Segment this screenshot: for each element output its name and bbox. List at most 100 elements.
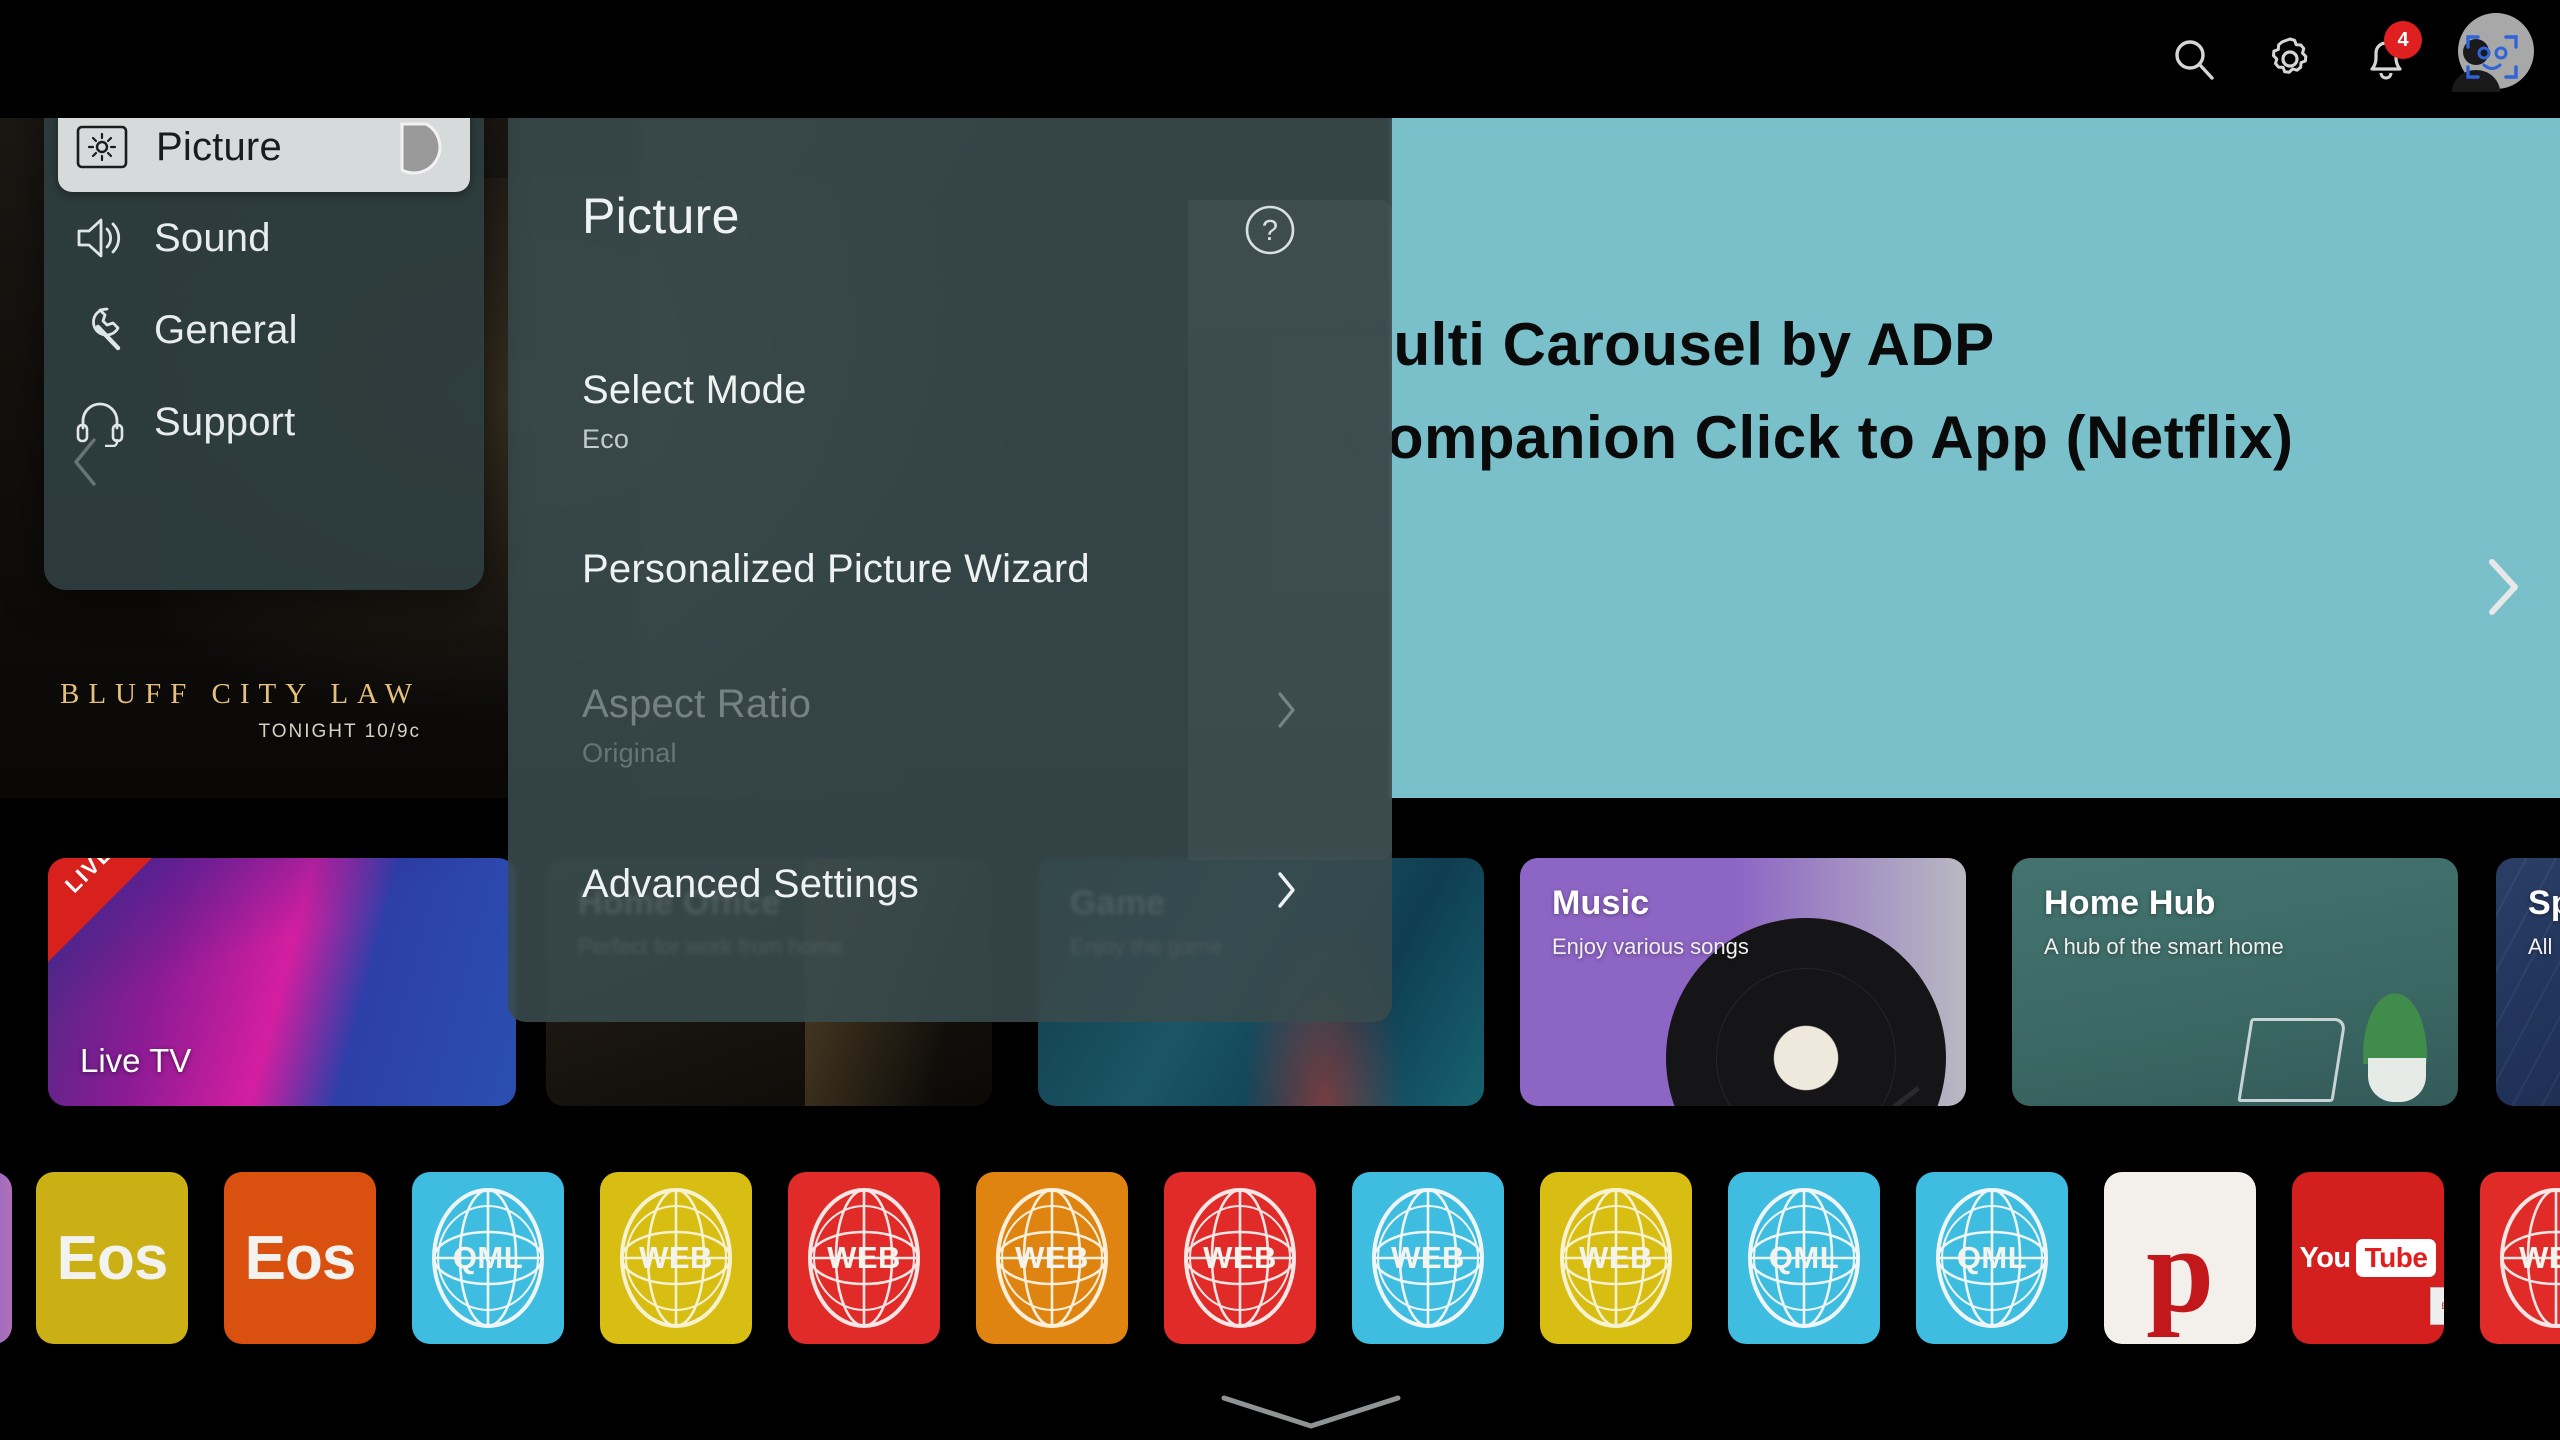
gear-icon[interactable] [2242,11,2338,107]
app-label-web-yellow-1: WEB [639,1240,713,1275]
setting-row-select-mode[interactable]: Select Mode Eco [582,368,1318,455]
setting-row-aspect-ratio[interactable]: Aspect Ratio Original [582,682,1318,769]
globe-icon: QML [422,1183,554,1333]
app-pandora[interactable]: p [2104,1172,2256,1344]
app-label-web-cyan: WEB [1391,1240,1465,1275]
avatar-icon[interactable] [2434,7,2538,111]
app-label-web-orange: WEB [1015,1240,1089,1275]
hero-subheadline: Companion Click to App (Netflix) [1343,404,2294,471]
app-web-red-1[interactable]: WEB [788,1172,940,1344]
sidebar-label-support: Support [154,399,296,444]
top-bar: 4 [0,0,2560,118]
app-web-yellow-2[interactable]: WEB [1540,1172,1692,1344]
promo-subtitle: TONIGHT 10/9c [258,721,422,742]
card-sports[interactable]: Sp All [2496,858,2560,1106]
hero-headline: Multi Carousel by ADP [1343,311,1995,378]
hero-banner-text: Multi Carousel by ADP Companion Click to… [1343,310,2293,472]
globe-icon: WEB [2490,1183,2560,1333]
picture-settings-panel: Picture ? Select Mode Eco Personalized P… [508,82,1392,1022]
app-eos-orange[interactable]: Eos [224,1172,376,1344]
app-label-eos-yellow: Eos [56,1223,169,1293]
app-label-pandora: p [2146,1203,2214,1339]
card-home-hub[interactable]: Home Hub A hub of the smart home [2012,858,2458,1106]
app-web-orange[interactable]: WEB [976,1172,1128,1344]
app-eos-yellow[interactable]: Eos [36,1172,188,1344]
globe-icon: WEB [1550,1183,1682,1333]
app-web-red-3[interactable]: WEB [2480,1172,2560,1344]
notification-badge: 4 [2384,21,2422,59]
app-label-youtube-tube: Tube [2355,1239,2437,1277]
setting-label-aspect-ratio: Aspect Ratio [582,682,812,726]
card-music-title: Music [1552,884,1650,922]
setting-value-aspect-ratio: Original [582,738,677,768]
chair-icon [2237,1018,2347,1102]
sidebar-item-support[interactable]: Support [44,376,484,468]
setting-row-personalized-picture-wizard[interactable]: Personalized Picture Wizard [582,547,1318,592]
globe-icon: QML [1738,1183,1870,1333]
card-live-tv[interactable]: LIVE Live TV [48,858,516,1106]
settings-sidebar: Picture Sound General Support [44,80,484,590]
globe-icon: WEB [1174,1183,1306,1333]
chevron-down-icon[interactable] [1218,1392,1404,1439]
app-dock: Eos Eos QML WEB WEB WEB WEB WEB WEB QML … [0,1162,2560,1382]
app-label-eos-orange: Eos [244,1223,357,1293]
setting-label-personalized-picture-wizard: Personalized Picture Wizard [582,547,1090,591]
promo-title: BLUFF CITY LAW [60,678,422,710]
card-home-hub-subtitle: A hub of the smart home [2044,934,2284,959]
app-label-web-red-1: WEB [827,1240,901,1275]
globe-icon: WEB [798,1183,930,1333]
youtube-corner-badge: Best [2430,1287,2444,1325]
youtube-logo-icon: YouTube Best [2299,1239,2444,1325]
promo-branding: BLUFF CITY LAW TONIGHT 10/9c [60,678,421,743]
sidebar-label-sound: Sound [154,215,271,260]
wrench-icon [72,302,128,358]
app-youtube[interactable]: YouTube Best [2292,1172,2444,1344]
card-live-tv-label: Live TV [80,1042,192,1079]
plant-leaf-icon [2352,972,2438,1064]
sidebar-item-sound[interactable]: Sound [44,192,484,284]
app-web-yellow-1[interactable]: WEB [600,1172,752,1344]
app-web-red-2[interactable]: WEB [1164,1172,1316,1344]
setting-row-advanced-settings[interactable]: Advanced Settings [582,862,1318,908]
app-web-cyan[interactable]: WEB [1352,1172,1504,1344]
sidebar-label-picture: Picture [156,124,282,169]
app-qml-cyan-1[interactable]: QML [412,1172,564,1344]
face-recognition-icon [2460,27,2524,92]
globe-icon: WEB [986,1183,1118,1333]
app-qml-cyan-2[interactable]: QML [1728,1172,1880,1344]
webos-teardrop-icon [386,116,448,178]
card-sports-subtitle: All [2528,934,2553,959]
chevron-right-icon[interactable] [2486,556,2522,623]
app-label-web-red-3: WEB [2519,1240,2560,1275]
app-label-qml-cyan-3: QML [1956,1240,2028,1275]
globe-icon: WEB [1362,1183,1494,1333]
plant-pot-icon [2368,1058,2426,1102]
card-sports-title: Sp [2528,884,2560,922]
app-label-qml-cyan-2: QML [1768,1240,1840,1275]
svg-text:?: ? [1262,215,1278,247]
sidebar-label-general: General [154,307,298,352]
app-label-qml-cyan-1: QML [452,1240,524,1275]
bell-icon[interactable]: 4 [2338,11,2434,107]
setting-label-select-mode: Select Mode [582,368,807,412]
search-icon[interactable] [2146,11,2242,107]
webos-home-screen: BLUFF CITY LAW TONIGHT 10/9c Multi Carou… [0,0,2560,1440]
card-music-subtitle: Enjoy various songs [1552,934,1749,959]
setting-label-advanced-settings: Advanced Settings [582,862,919,906]
card-music[interactable]: Music Enjoy various songs [1520,858,1966,1106]
globe-icon: QML [1926,1183,2058,1333]
sidebar-item-general[interactable]: General [44,284,484,376]
chevron-right-icon [1276,870,1298,915]
card-home-hub-title: Home Hub [2044,884,2216,922]
help-circle-icon[interactable]: ? [1242,202,1298,258]
app-qml-cyan-3[interactable]: QML [1916,1172,2068,1344]
setting-value-select-mode: Eco [582,424,630,454]
headset-icon [72,394,128,450]
picture-panel-title: Picture [582,188,740,244]
app-label-web-red-2: WEB [1203,1240,1277,1275]
globe-icon: WEB [610,1183,742,1333]
app-label-youtube-you: You [2299,1241,2352,1274]
brightness-icon [74,119,130,175]
speaker-icon [72,210,128,266]
chevron-right-icon [1276,690,1298,735]
